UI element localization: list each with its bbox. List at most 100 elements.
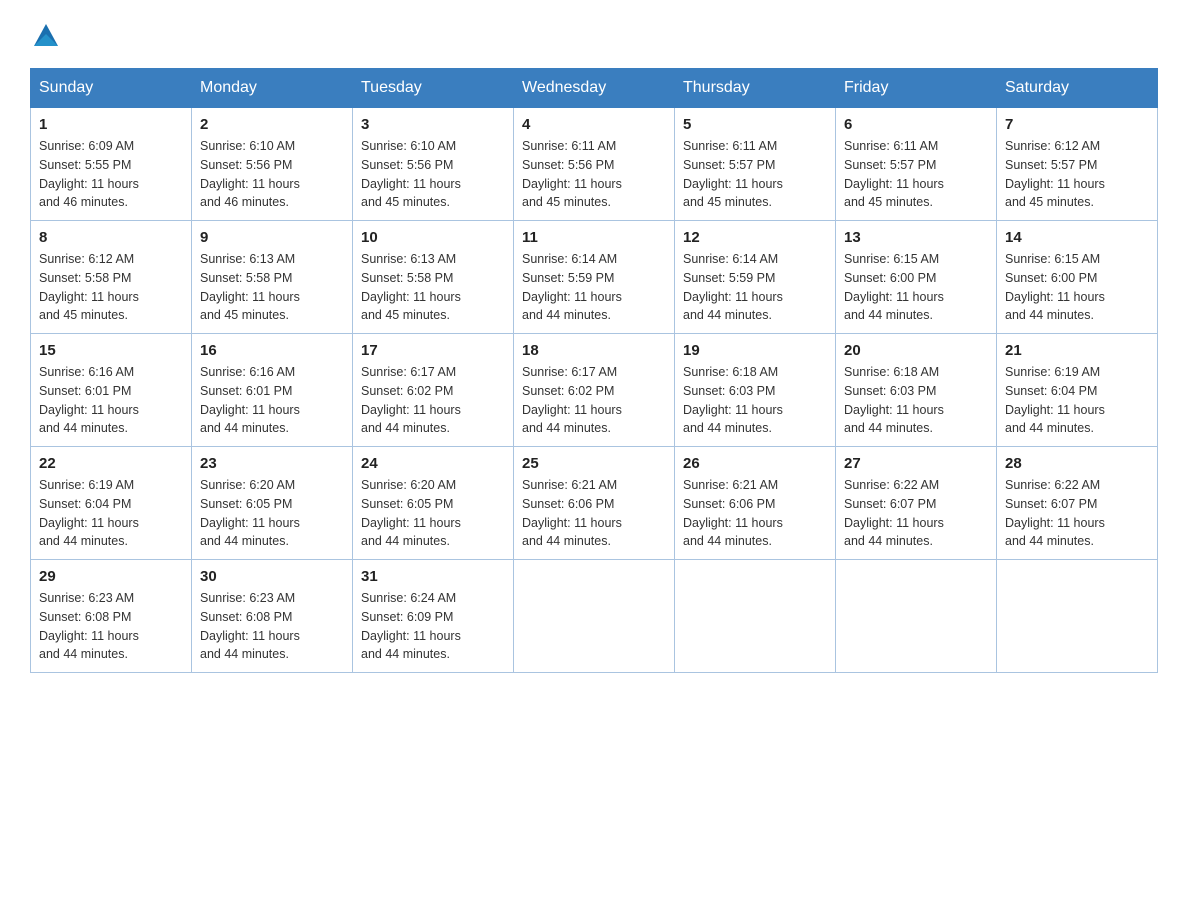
day-number: 12	[683, 229, 827, 246]
calendar-cell: 20 Sunrise: 6:18 AMSunset: 6:03 PMDaylig…	[836, 334, 997, 447]
day-number: 4	[522, 116, 666, 133]
day-number: 18	[522, 342, 666, 359]
calendar-cell: 24 Sunrise: 6:20 AMSunset: 6:05 PMDaylig…	[353, 447, 514, 560]
day-number: 5	[683, 116, 827, 133]
day-info: Sunrise: 6:23 AMSunset: 6:08 PMDaylight:…	[39, 591, 139, 661]
calendar-cell	[675, 560, 836, 673]
day-info: Sunrise: 6:11 AMSunset: 5:56 PMDaylight:…	[522, 139, 622, 209]
day-number: 20	[844, 342, 988, 359]
calendar-week-row: 22 Sunrise: 6:19 AMSunset: 6:04 PMDaylig…	[31, 447, 1158, 560]
weekday-header-monday: Monday	[192, 69, 353, 108]
calendar-cell: 7 Sunrise: 6:12 AMSunset: 5:57 PMDayligh…	[997, 108, 1158, 221]
calendar-cell: 22 Sunrise: 6:19 AMSunset: 6:04 PMDaylig…	[31, 447, 192, 560]
calendar-week-row: 1 Sunrise: 6:09 AMSunset: 5:55 PMDayligh…	[31, 108, 1158, 221]
day-info: Sunrise: 6:10 AMSunset: 5:56 PMDaylight:…	[200, 139, 300, 209]
day-info: Sunrise: 6:21 AMSunset: 6:06 PMDaylight:…	[683, 478, 783, 548]
day-number: 29	[39, 568, 183, 585]
calendar-cell: 8 Sunrise: 6:12 AMSunset: 5:58 PMDayligh…	[31, 221, 192, 334]
day-number: 28	[1005, 455, 1149, 472]
day-number: 9	[200, 229, 344, 246]
day-info: Sunrise: 6:16 AMSunset: 6:01 PMDaylight:…	[200, 365, 300, 435]
day-info: Sunrise: 6:22 AMSunset: 6:07 PMDaylight:…	[844, 478, 944, 548]
calendar-cell: 6 Sunrise: 6:11 AMSunset: 5:57 PMDayligh…	[836, 108, 997, 221]
calendar-cell: 13 Sunrise: 6:15 AMSunset: 6:00 PMDaylig…	[836, 221, 997, 334]
weekday-header-sunday: Sunday	[31, 69, 192, 108]
day-number: 8	[39, 229, 183, 246]
day-info: Sunrise: 6:15 AMSunset: 6:00 PMDaylight:…	[844, 252, 944, 322]
calendar-cell: 16 Sunrise: 6:16 AMSunset: 6:01 PMDaylig…	[192, 334, 353, 447]
day-info: Sunrise: 6:20 AMSunset: 6:05 PMDaylight:…	[200, 478, 300, 548]
day-info: Sunrise: 6:22 AMSunset: 6:07 PMDaylight:…	[1005, 478, 1105, 548]
day-number: 13	[844, 229, 988, 246]
day-number: 26	[683, 455, 827, 472]
day-number: 6	[844, 116, 988, 133]
calendar-cell	[997, 560, 1158, 673]
calendar-cell	[514, 560, 675, 673]
weekday-header-tuesday: Tuesday	[353, 69, 514, 108]
day-info: Sunrise: 6:19 AMSunset: 6:04 PMDaylight:…	[39, 478, 139, 548]
day-number: 3	[361, 116, 505, 133]
day-number: 2	[200, 116, 344, 133]
calendar-cell: 17 Sunrise: 6:17 AMSunset: 6:02 PMDaylig…	[353, 334, 514, 447]
calendar-cell: 28 Sunrise: 6:22 AMSunset: 6:07 PMDaylig…	[997, 447, 1158, 560]
calendar-cell	[836, 560, 997, 673]
day-number: 14	[1005, 229, 1149, 246]
weekday-header-thursday: Thursday	[675, 69, 836, 108]
day-number: 19	[683, 342, 827, 359]
calendar-week-row: 29 Sunrise: 6:23 AMSunset: 6:08 PMDaylig…	[31, 560, 1158, 673]
day-number: 25	[522, 455, 666, 472]
logo-icon	[32, 20, 60, 48]
day-info: Sunrise: 6:14 AMSunset: 5:59 PMDaylight:…	[683, 252, 783, 322]
day-number: 27	[844, 455, 988, 472]
weekday-header-saturday: Saturday	[997, 69, 1158, 108]
day-number: 17	[361, 342, 505, 359]
day-info: Sunrise: 6:11 AMSunset: 5:57 PMDaylight:…	[683, 139, 783, 209]
day-info: Sunrise: 6:16 AMSunset: 6:01 PMDaylight:…	[39, 365, 139, 435]
calendar-cell: 2 Sunrise: 6:10 AMSunset: 5:56 PMDayligh…	[192, 108, 353, 221]
calendar-cell: 26 Sunrise: 6:21 AMSunset: 6:06 PMDaylig…	[675, 447, 836, 560]
day-info: Sunrise: 6:10 AMSunset: 5:56 PMDaylight:…	[361, 139, 461, 209]
day-info: Sunrise: 6:18 AMSunset: 6:03 PMDaylight:…	[683, 365, 783, 435]
calendar-cell: 12 Sunrise: 6:14 AMSunset: 5:59 PMDaylig…	[675, 221, 836, 334]
logo	[30, 20, 60, 48]
calendar-cell: 9 Sunrise: 6:13 AMSunset: 5:58 PMDayligh…	[192, 221, 353, 334]
calendar-cell: 14 Sunrise: 6:15 AMSunset: 6:00 PMDaylig…	[997, 221, 1158, 334]
day-info: Sunrise: 6:13 AMSunset: 5:58 PMDaylight:…	[200, 252, 300, 322]
day-number: 10	[361, 229, 505, 246]
day-number: 1	[39, 116, 183, 133]
weekday-header-friday: Friday	[836, 69, 997, 108]
calendar-cell: 1 Sunrise: 6:09 AMSunset: 5:55 PMDayligh…	[31, 108, 192, 221]
day-info: Sunrise: 6:24 AMSunset: 6:09 PMDaylight:…	[361, 591, 461, 661]
weekday-header-row: SundayMondayTuesdayWednesdayThursdayFrid…	[31, 69, 1158, 108]
day-number: 22	[39, 455, 183, 472]
day-number: 23	[200, 455, 344, 472]
day-info: Sunrise: 6:17 AMSunset: 6:02 PMDaylight:…	[522, 365, 622, 435]
calendar-cell: 4 Sunrise: 6:11 AMSunset: 5:56 PMDayligh…	[514, 108, 675, 221]
calendar-cell: 21 Sunrise: 6:19 AMSunset: 6:04 PMDaylig…	[997, 334, 1158, 447]
day-info: Sunrise: 6:19 AMSunset: 6:04 PMDaylight:…	[1005, 365, 1105, 435]
calendar-cell: 23 Sunrise: 6:20 AMSunset: 6:05 PMDaylig…	[192, 447, 353, 560]
calendar-cell: 11 Sunrise: 6:14 AMSunset: 5:59 PMDaylig…	[514, 221, 675, 334]
calendar-cell: 3 Sunrise: 6:10 AMSunset: 5:56 PMDayligh…	[353, 108, 514, 221]
calendar-cell: 30 Sunrise: 6:23 AMSunset: 6:08 PMDaylig…	[192, 560, 353, 673]
calendar-week-row: 8 Sunrise: 6:12 AMSunset: 5:58 PMDayligh…	[31, 221, 1158, 334]
day-info: Sunrise: 6:15 AMSunset: 6:00 PMDaylight:…	[1005, 252, 1105, 322]
day-info: Sunrise: 6:23 AMSunset: 6:08 PMDaylight:…	[200, 591, 300, 661]
day-number: 30	[200, 568, 344, 585]
weekday-header-wednesday: Wednesday	[514, 69, 675, 108]
calendar-week-row: 15 Sunrise: 6:16 AMSunset: 6:01 PMDaylig…	[31, 334, 1158, 447]
calendar-cell: 19 Sunrise: 6:18 AMSunset: 6:03 PMDaylig…	[675, 334, 836, 447]
day-info: Sunrise: 6:17 AMSunset: 6:02 PMDaylight:…	[361, 365, 461, 435]
day-number: 15	[39, 342, 183, 359]
day-info: Sunrise: 6:09 AMSunset: 5:55 PMDaylight:…	[39, 139, 139, 209]
day-number: 7	[1005, 116, 1149, 133]
day-info: Sunrise: 6:21 AMSunset: 6:06 PMDaylight:…	[522, 478, 622, 548]
day-info: Sunrise: 6:13 AMSunset: 5:58 PMDaylight:…	[361, 252, 461, 322]
calendar-cell: 27 Sunrise: 6:22 AMSunset: 6:07 PMDaylig…	[836, 447, 997, 560]
day-info: Sunrise: 6:12 AMSunset: 5:58 PMDaylight:…	[39, 252, 139, 322]
calendar-cell: 25 Sunrise: 6:21 AMSunset: 6:06 PMDaylig…	[514, 447, 675, 560]
day-info: Sunrise: 6:20 AMSunset: 6:05 PMDaylight:…	[361, 478, 461, 548]
day-number: 24	[361, 455, 505, 472]
calendar-cell: 5 Sunrise: 6:11 AMSunset: 5:57 PMDayligh…	[675, 108, 836, 221]
day-number: 11	[522, 229, 666, 246]
